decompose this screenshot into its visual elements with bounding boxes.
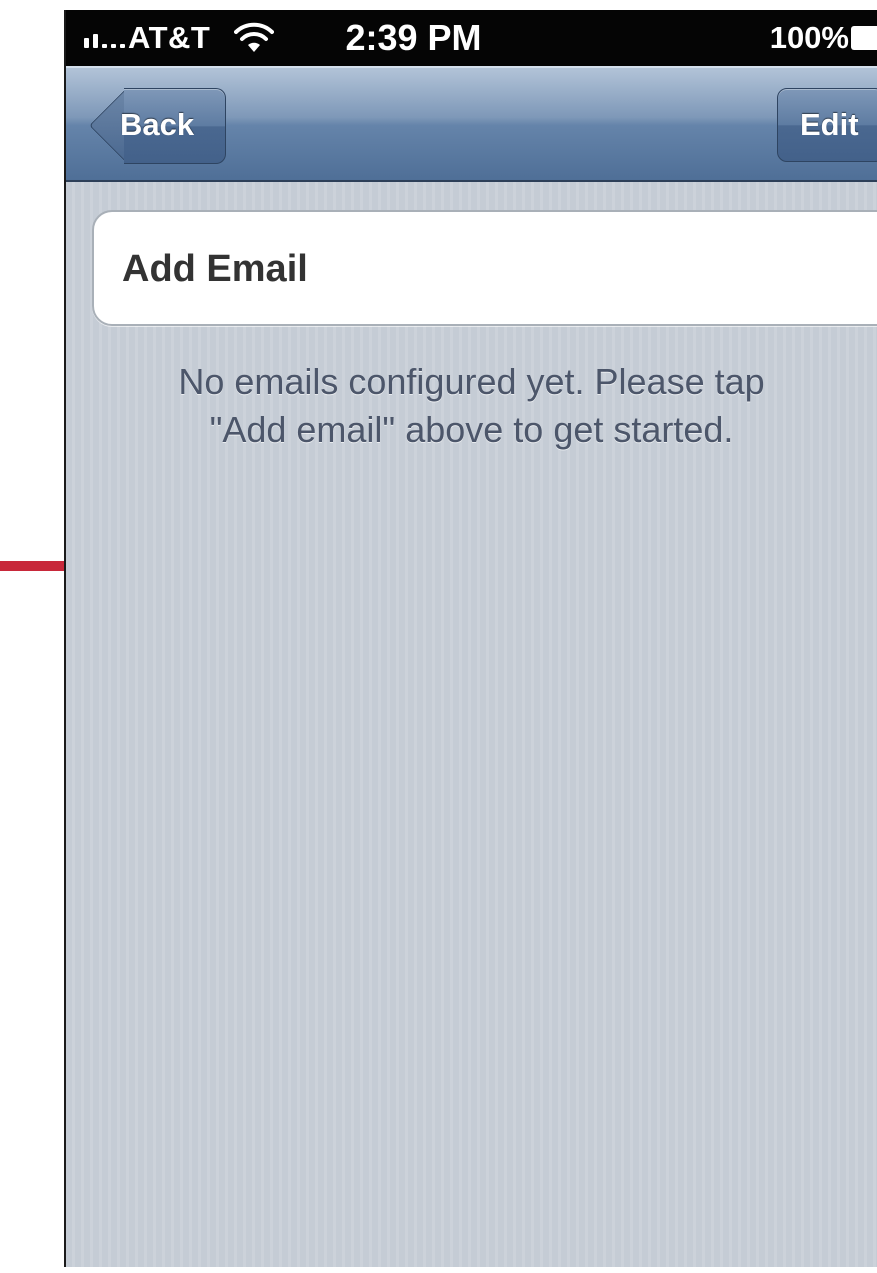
- content-area: Add Email No emails configured yet. Plea…: [66, 182, 877, 1267]
- status-time: 2:39 PM: [345, 17, 482, 58]
- empty-message-line-2: "Add email" above to get started.: [209, 409, 734, 450]
- callout-pointer-line: [0, 561, 66, 571]
- add-email-button[interactable]: Add Email: [92, 210, 877, 326]
- empty-message-line-1: No emails configured yet. Please tap: [178, 361, 765, 402]
- status-bar: AT&T 2:39 PM 100%: [66, 10, 877, 66]
- edit-button[interactable]: Edit: [777, 88, 877, 162]
- empty-state-message: No emails configured yet. Please tap "Ad…: [66, 358, 877, 454]
- page: AT&T 2:39 PM 100% Back Edit Add Email No…: [0, 0, 877, 1273]
- battery-icon: [851, 26, 877, 50]
- add-email-label: Add Email: [122, 248, 308, 290]
- back-button[interactable]: Back: [88, 88, 226, 164]
- navigation-bar: Back Edit: [66, 66, 877, 182]
- phone-screen: AT&T 2:39 PM 100% Back Edit Add Email No…: [64, 10, 877, 1267]
- back-button-label: Back: [120, 107, 195, 142]
- battery-percentage: 100%: [769, 20, 849, 55]
